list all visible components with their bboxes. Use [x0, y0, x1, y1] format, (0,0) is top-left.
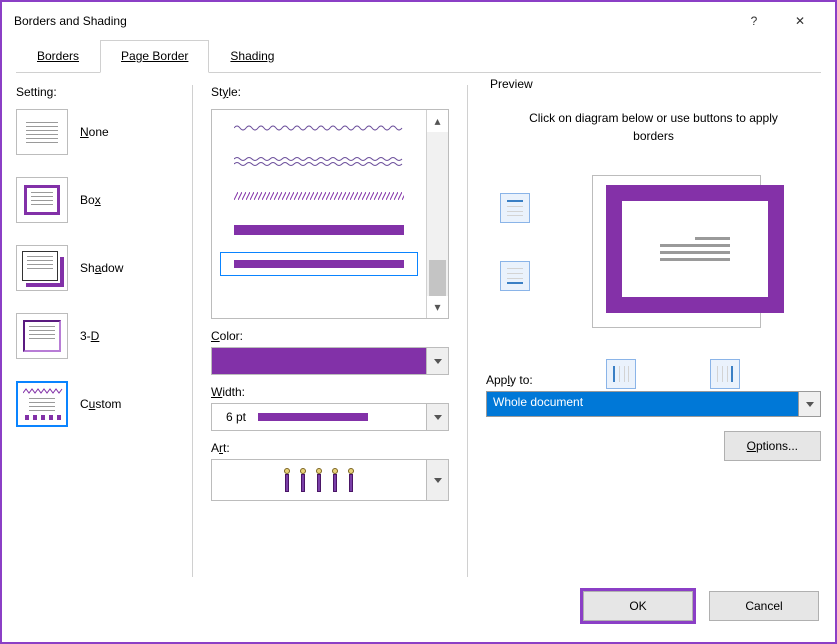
style-item-stripe[interactable] — [220, 184, 418, 208]
scroll-down-icon[interactable]: ▾ — [427, 296, 448, 318]
setting-box-thumb — [16, 177, 68, 223]
dialog-body: Setting: None Box Shadow 3-D — [2, 73, 835, 583]
style-item-wave2[interactable] — [220, 150, 418, 174]
setting-custom[interactable]: Custom — [16, 381, 174, 427]
setting-shadow-thumb — [16, 245, 68, 291]
close-button[interactable]: ✕ — [777, 6, 823, 36]
art-caret — [426, 460, 448, 500]
width-label: Width: — [211, 385, 449, 399]
setting-3d-label: 3-D — [80, 329, 99, 343]
width-value: 6 pt — [226, 410, 246, 424]
setting-none[interactable]: None — [16, 109, 174, 155]
border-left-button[interactable] — [606, 359, 636, 389]
border-top-button[interactable] — [500, 193, 530, 223]
style-scrollbar[interactable]: ▴ ▾ — [426, 110, 448, 318]
dialog-footer: OK Cancel — [2, 583, 835, 633]
preview-document[interactable] — [606, 185, 784, 313]
art-label: Art: — [211, 441, 449, 455]
width-dropdown[interactable]: 6 pt — [211, 403, 449, 431]
preview-label: Preview — [486, 77, 537, 91]
color-swatch — [212, 348, 426, 374]
setting-3d-thumb — [16, 313, 68, 359]
titlebar: Borders and Shading ? ✕ — [2, 2, 835, 40]
setting-shadow[interactable]: Shadow — [16, 245, 174, 291]
color-caret — [426, 348, 448, 374]
setting-box[interactable]: Box — [16, 177, 174, 223]
setting-none-thumb — [16, 109, 68, 155]
color-label: Color: — [211, 329, 449, 343]
tab-page-border[interactable]: Page Border — [100, 40, 209, 73]
options-button[interactable]: Options... — [724, 431, 821, 461]
tab-shading[interactable]: Shading — [209, 40, 295, 73]
setting-shadow-label: Shadow — [80, 261, 123, 275]
setting-column: Setting: None Box Shadow 3-D — [16, 85, 174, 577]
divider-1 — [192, 85, 193, 577]
setting-3d[interactable]: 3-D — [16, 313, 174, 359]
border-right-button[interactable] — [710, 359, 740, 389]
scroll-up-icon[interactable]: ▴ — [427, 110, 448, 132]
scroll-thumb[interactable] — [429, 260, 446, 296]
preview-area — [486, 159, 821, 359]
style-item-thick2[interactable] — [220, 252, 418, 276]
preview-hint: Click on diagram below or use buttons to… — [526, 109, 781, 145]
border-bottom-button[interactable] — [500, 261, 530, 291]
color-dropdown[interactable] — [211, 347, 449, 375]
help-button[interactable]: ? — [731, 6, 777, 36]
art-icons — [282, 468, 356, 492]
ok-button[interactable]: OK — [583, 591, 693, 621]
setting-custom-thumb — [16, 381, 68, 427]
apply-to-value: Whole document — [487, 392, 798, 416]
setting-label: Setting: — [16, 85, 174, 99]
divider-2 — [467, 85, 468, 577]
dialog-window: { "titlebar": { "title": "Borders and Sh… — [0, 0, 837, 644]
apply-to-caret — [798, 392, 820, 416]
style-listbox[interactable]: ▴ ▾ — [211, 109, 449, 319]
cancel-button[interactable]: Cancel — [709, 591, 819, 621]
tab-borders[interactable]: Borders — [16, 40, 100, 73]
dialog-title: Borders and Shading — [14, 14, 127, 28]
style-column: Style: ▴ — [211, 85, 449, 577]
tab-row: Borders Page Border Shading — [2, 40, 835, 73]
apply-to-label: Apply to: — [486, 373, 821, 387]
width-caret — [426, 404, 448, 430]
setting-box-label: Box — [80, 193, 101, 207]
style-item-wave1[interactable] — [220, 116, 418, 140]
setting-none-label: None — [80, 125, 109, 139]
setting-custom-label: Custom — [80, 397, 121, 411]
style-item-thick1[interactable] — [220, 218, 418, 242]
apply-to-dropdown[interactable]: Whole document — [486, 391, 821, 417]
preview-column: Preview Click on diagram below or use bu… — [486, 85, 821, 577]
width-preview-line — [258, 413, 368, 421]
style-label: Style: — [211, 85, 449, 99]
art-dropdown[interactable] — [211, 459, 449, 501]
